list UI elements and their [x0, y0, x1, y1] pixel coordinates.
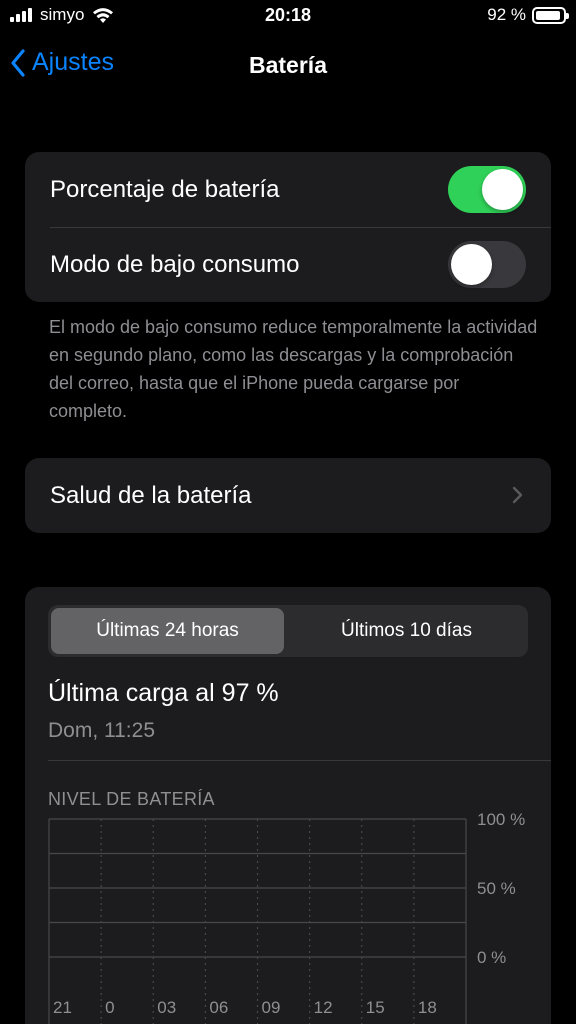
x-tick-label: 09 [262, 998, 281, 1017]
battery-health-row[interactable]: Salud de la batería [25, 458, 551, 533]
navigation-bar: Ajustes Batería [0, 40, 576, 90]
x-tick-label: 15 [366, 998, 385, 1017]
y-tick-label: 100 % [477, 810, 525, 829]
divider [48, 760, 551, 761]
x-tick-label: 21 [53, 998, 72, 1017]
battery-fill [536, 10, 560, 20]
x-tick-label: 0 [105, 998, 114, 1017]
low-power-mode-toggle[interactable] [448, 241, 526, 288]
y-tick-label: 0 % [477, 948, 506, 967]
battery-percentage-toggle[interactable] [448, 166, 526, 213]
page-title: Batería [249, 52, 327, 78]
low-power-mode-label: Modo de bajo consumo [50, 250, 300, 278]
x-tick-label: 12 [314, 998, 333, 1017]
battery-level-chart: 100 % 50 % 0 % 21 0 03 06 09 12 15 18 [48, 810, 525, 1024]
chevron-right-icon [512, 486, 523, 504]
status-bar: simyo 20:18 92 % [0, 0, 576, 34]
battery-icon [532, 6, 569, 24]
status-right: 92 % [487, 5, 569, 25]
x-tick-label: 03 [157, 998, 176, 1017]
battery-tip [566, 12, 569, 19]
toggle-knob [451, 244, 492, 285]
low-power-footnote: El modo de bajo consumo reduce temporalm… [49, 317, 538, 421]
battery-percent: 92 % [487, 5, 526, 24]
battery-health-group: Salud de la batería [25, 458, 551, 533]
x-tick-label: 06 [209, 998, 228, 1017]
last-charge-text: Última carga al 97 % [48, 679, 279, 707]
x-tick-label: 18 [418, 998, 437, 1017]
low-power-mode-row: Modo de bajo consumo [25, 227, 551, 302]
battery-percentage-row: Porcentaje de batería [25, 152, 551, 227]
toggle-knob [482, 169, 523, 210]
tab-last-24-hours[interactable]: Últimas 24 horas [51, 608, 284, 654]
battery-usage-card: Últimas 24 horas Últimos 10 días Última … [25, 587, 551, 1024]
battery-health-label: Salud de la batería [50, 481, 252, 509]
time-range-segmented-control: Últimas 24 horas Últimos 10 días [48, 605, 528, 657]
tab-last-10-days[interactable]: Últimos 10 días [288, 608, 525, 654]
last-charge-date: Dom, 11:25 [48, 719, 155, 742]
battery-percentage-label: Porcentaje de batería [50, 175, 280, 203]
y-tick-label: 50 % [477, 879, 516, 898]
battery-toggles-group: Porcentaje de batería Modo de bajo consu… [25, 152, 551, 302]
